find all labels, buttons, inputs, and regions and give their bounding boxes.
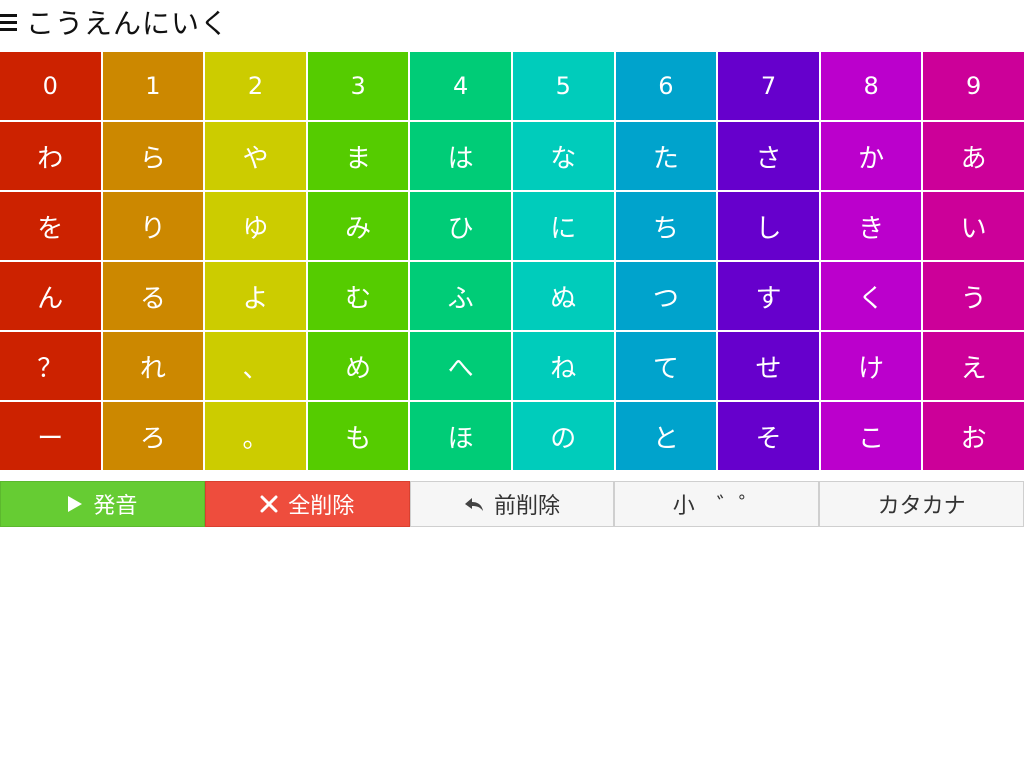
- kana-key[interactable]: り: [102, 192, 204, 260]
- kana-key[interactable]: や: [205, 122, 306, 190]
- kana-key[interactable]: む: [307, 262, 409, 330]
- speak-button-label: 発音: [93, 494, 138, 519]
- kana-key[interactable]: し: [718, 192, 819, 260]
- kana-key[interactable]: か: [820, 122, 922, 190]
- kana-key[interactable]: に: [512, 192, 614, 260]
- kana-key[interactable]: す: [718, 262, 819, 330]
- kana-key[interactable]: あ: [923, 122, 1024, 190]
- kana-key[interactable]: ま: [307, 122, 409, 190]
- kana-key[interactable]: 、: [205, 332, 306, 400]
- number-key[interactable]: 6: [615, 52, 717, 120]
- kana-key[interactable]: み: [307, 192, 409, 260]
- katakana-button-label: カタカナ: [877, 494, 966, 519]
- kana-key[interactable]: よ: [205, 262, 306, 330]
- hamburger-menu-icon[interactable]: [0, 13, 17, 31]
- kana-key[interactable]: ふ: [410, 262, 511, 330]
- number-key[interactable]: 4: [410, 52, 511, 120]
- kana-key[interactable]: ー: [0, 402, 101, 470]
- number-key[interactable]: 9: [923, 52, 1024, 120]
- kana-key[interactable]: え: [923, 332, 1024, 400]
- kana-key[interactable]: ん: [0, 262, 101, 330]
- kana-key[interactable]: な: [512, 122, 614, 190]
- kana-key[interactable]: ら: [102, 122, 204, 190]
- number-key[interactable]: 8: [820, 52, 922, 120]
- number-key[interactable]: 7: [718, 52, 819, 120]
- kana-key[interactable]: せ: [718, 332, 819, 400]
- kana-key[interactable]: は: [410, 122, 511, 190]
- kana-key[interactable]: ゆ: [205, 192, 306, 260]
- number-key[interactable]: 2: [205, 52, 306, 120]
- kana-key[interactable]: ひ: [410, 192, 511, 260]
- backspace-button[interactable]: 前削除: [409, 481, 615, 527]
- small-dakuten-button[interactable]: 小 ゛゜: [614, 481, 820, 527]
- kana-key[interactable]: う: [923, 262, 1024, 330]
- kana-key[interactable]: お: [923, 402, 1024, 470]
- kana-key[interactable]: て: [615, 332, 717, 400]
- reply-arrow-icon: [464, 496, 484, 512]
- kana-key[interactable]: く: [820, 262, 922, 330]
- number-key[interactable]: 0: [0, 52, 101, 120]
- kana-key[interactable]: ち: [615, 192, 717, 260]
- kana-key[interactable]: の: [512, 402, 614, 470]
- backspace-button-label: 前削除: [493, 494, 560, 519]
- kana-key[interactable]: 。: [205, 402, 306, 470]
- kana-key[interactable]: ほ: [410, 402, 511, 470]
- katakana-button[interactable]: カタカナ: [819, 481, 1024, 527]
- kana-key[interactable]: ね: [512, 332, 614, 400]
- kana-key[interactable]: わ: [0, 122, 101, 190]
- kana-keyboard-grid: 0123456789 わらやまはなたさかあをりゆみひにちしきいんるよむふぬつすくう…: [0, 52, 1024, 470]
- kana-key[interactable]: こ: [820, 402, 922, 470]
- kana-key[interactable]: ろ: [102, 402, 204, 470]
- kana-key[interactable]: つ: [615, 262, 717, 330]
- input-text-display: こうえんにいく: [26, 7, 230, 40]
- kana-key[interactable]: る: [102, 262, 204, 330]
- clear-all-button[interactable]: 全削除: [204, 481, 410, 527]
- kana-key[interactable]: も: [307, 402, 409, 470]
- kana-key[interactable]: け: [820, 332, 922, 400]
- small-dakuten-button-label: 小 ゛゜: [672, 494, 761, 519]
- number-key[interactable]: 5: [512, 52, 614, 120]
- close-icon: [260, 495, 278, 513]
- kana-key[interactable]: へ: [410, 332, 511, 400]
- kana-key[interactable]: め: [307, 332, 409, 400]
- kana-key[interactable]: そ: [718, 402, 819, 470]
- kana-key[interactable]: れ: [102, 332, 204, 400]
- number-key[interactable]: 3: [307, 52, 409, 120]
- kana-key[interactable]: ？: [0, 332, 101, 400]
- kana-key[interactable]: た: [615, 122, 717, 190]
- kana-key[interactable]: い: [923, 192, 1024, 260]
- kana-key[interactable]: を: [0, 192, 101, 260]
- kana-key[interactable]: き: [820, 192, 922, 260]
- kana-key[interactable]: と: [615, 402, 717, 470]
- clear-all-button-label: 全削除: [288, 494, 355, 519]
- header: こうえんにいく: [0, 0, 229, 44]
- number-key[interactable]: 1: [102, 52, 204, 120]
- action-toolbar: 発音 全削除 前削除 小 ゛゜ カタカナ: [0, 481, 1024, 527]
- play-icon: [67, 495, 83, 513]
- speak-button[interactable]: 発音: [0, 481, 205, 527]
- kana-key[interactable]: さ: [718, 122, 819, 190]
- kana-key[interactable]: ぬ: [512, 262, 614, 330]
